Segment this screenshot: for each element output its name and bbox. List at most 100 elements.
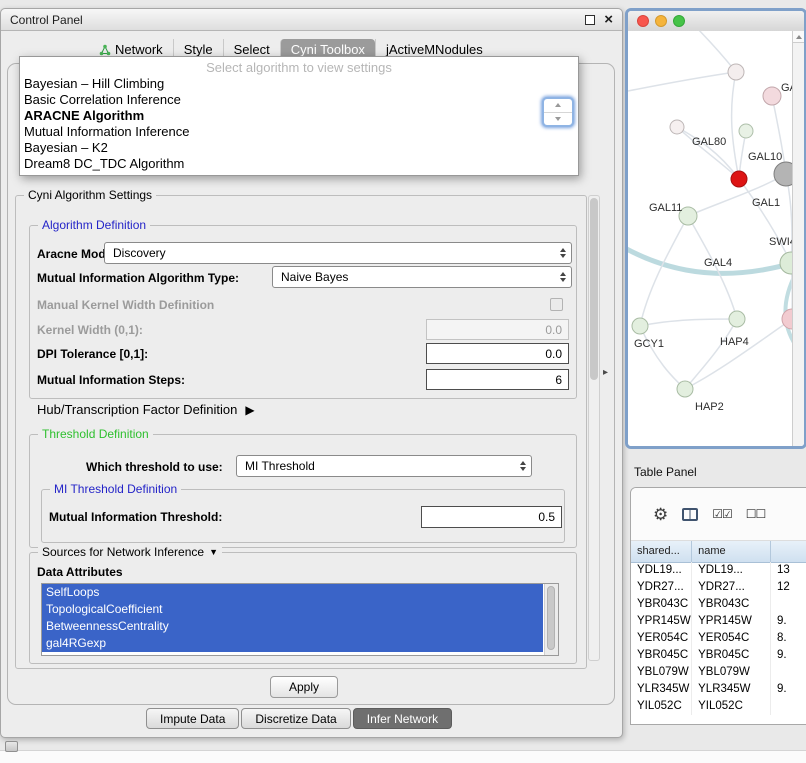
network-window-titlebar[interactable]: [628, 11, 804, 32]
window-title: Control Panel: [10, 13, 83, 27]
settings-scrollbar[interactable]: [588, 195, 600, 661]
bottom-tab-discretize-data[interactable]: Discretize Data: [241, 708, 350, 729]
table-row[interactable]: YER054CYER054C8.: [631, 630, 806, 647]
minimize-traffic-light[interactable]: [655, 15, 667, 27]
attribute-rows: SelfLoopsTopologicalCoefficientBetweenne…: [42, 584, 558, 652]
attribute-list-scrollbar[interactable]: [544, 584, 558, 655]
tab-label: jActiveMNodules: [386, 42, 483, 57]
bottom-tab-infer-network[interactable]: Infer Network: [353, 708, 452, 729]
network-canvas-area: GAL8GAL80GAL10GAL11GAL1SWI4GAL4GCY1HAP4Y…: [628, 31, 804, 446]
algorithm-option[interactable]: ARACNE Algorithm: [20, 108, 578, 124]
node-label: GAL80: [692, 136, 726, 148]
focused-spinner-button[interactable]: [542, 97, 574, 127]
network-node[interactable]: [728, 64, 744, 80]
table-cell: YLR345W: [631, 681, 692, 698]
selected-value: Discovery: [113, 246, 166, 260]
which-threshold-label: Which threshold to use:: [86, 460, 223, 474]
table-row[interactable]: YBL079WYBL079W: [631, 664, 806, 681]
close-traffic-light[interactable]: [637, 15, 649, 27]
node-label: GAL11: [649, 202, 682, 214]
gear-icon[interactable]: ⚙: [653, 506, 668, 523]
which-threshold-select[interactable]: MI Threshold: [236, 455, 532, 477]
table-row[interactable]: YLR345WYLR345W9.: [631, 681, 806, 698]
table-cell: YIL052C: [692, 698, 771, 715]
table-cell: YPR145W: [692, 613, 771, 630]
scrollbar-thumb[interactable]: [547, 586, 555, 650]
spinner-down-icon[interactable]: [544, 113, 572, 126]
node-label: HAP4: [720, 336, 749, 348]
network-edge: [677, 127, 739, 179]
mi-type-label: Mutual Information Algorithm Type:: [37, 271, 239, 285]
scroll-up-arrow-icon[interactable]: [792, 31, 804, 43]
network-node[interactable]: [670, 120, 684, 134]
table-panel-window: ⚙ ☑☑ ☐☐ shared...name YDL19...YDL19...13…: [630, 487, 806, 725]
table-row[interactable]: YBR043CYBR043C: [631, 596, 806, 613]
algorithm-option[interactable]: Mutual Information Inference: [20, 124, 578, 140]
node-label: GCY1: [634, 338, 664, 350]
data-attributes-label: Data Attributes: [37, 565, 123, 579]
kernel-width-field: 0.0: [426, 319, 569, 340]
mi-steps-field[interactable]: 6: [426, 369, 569, 390]
collapsed-arrow-icon: ▶: [245, 403, 254, 417]
attribute-list[interactable]: SelfLoopsTopologicalCoefficientBetweenne…: [41, 583, 559, 656]
node-label: GAL4: [704, 257, 732, 269]
aracne-mode-select[interactable]: Discovery: [104, 242, 572, 264]
network-node[interactable]: [729, 311, 745, 327]
table-row[interactable]: YDL19...YDL19...13: [631, 562, 806, 579]
hub-definition-expander[interactable]: Hub/Transcription Factor Definition ▶: [37, 402, 255, 417]
popup-placeholder: Select algorithm to view settings: [20, 59, 578, 76]
table-row[interactable]: YBR045CYBR045C9.: [631, 647, 806, 664]
attribute-item[interactable]: SelfLoops: [42, 584, 543, 601]
mi-threshold-field[interactable]: 0.5: [421, 506, 562, 528]
table-cell: YBR045C: [631, 647, 692, 664]
columns-icon[interactable]: [682, 508, 698, 521]
table-cell: 8.: [771, 630, 806, 647]
sources-expander[interactable]: Sources for Network Inference ▼: [38, 545, 222, 559]
table-cell: YDR27...: [692, 579, 771, 596]
node-label: GAL1: [752, 197, 780, 209]
close-icon[interactable]: ×: [604, 15, 613, 25]
network-node[interactable]: [763, 87, 781, 105]
dpi-tolerance-field[interactable]: 0.0: [426, 343, 569, 364]
network-view-window: GAL8GAL80GAL10GAL11GAL1SWI4GAL4GCY1HAP4Y…: [625, 8, 806, 449]
zoom-traffic-light[interactable]: [673, 15, 685, 27]
attribute-item[interactable]: BetweennessCentrality: [42, 618, 543, 635]
table-cell: YIL052C: [631, 698, 692, 715]
float-window-icon[interactable]: [585, 15, 595, 25]
attribute-item[interactable]: TopologicalCoefficient: [42, 601, 543, 618]
network-node[interactable]: [731, 171, 747, 187]
network-vertical-scrollbar[interactable]: [792, 31, 804, 446]
deselect-all-checkboxes-icon[interactable]: ☐☐: [746, 507, 766, 521]
network-canvas[interactable]: GAL8GAL80GAL10GAL11GAL1SWI4GAL4GCY1HAP4Y…: [628, 31, 804, 446]
network-node[interactable]: [677, 381, 693, 397]
mini-panel-icon[interactable]: [5, 741, 18, 752]
table-panel-title: Table Panel: [634, 465, 697, 479]
network-node[interactable]: [739, 124, 753, 138]
network-node[interactable]: [632, 318, 648, 334]
algorithm-option[interactable]: Basic Correlation Inference: [20, 92, 578, 108]
scrollbar-thumb[interactable]: [590, 198, 598, 380]
table-cell: YPR145W: [631, 613, 692, 630]
bottom-tab-impute-data[interactable]: Impute Data: [146, 708, 239, 729]
column-header-2[interactable]: [771, 541, 806, 562]
column-header-shared-[interactable]: shared...: [631, 541, 692, 562]
table-row[interactable]: YPR145WYPR145W9.: [631, 613, 806, 630]
table-row[interactable]: YIL052CYIL052C: [631, 698, 806, 715]
algorithm-option[interactable]: Bayesian – K2: [20, 140, 578, 156]
select-all-checkboxes-icon[interactable]: ☑☑: [712, 507, 732, 521]
table-cell: YBR043C: [692, 596, 771, 613]
algorithm-option[interactable]: Dream8 DC_TDC Algorithm: [20, 156, 578, 172]
split-pane-arrow-icon[interactable]: ▸: [603, 367, 608, 378]
attribute-item[interactable]: gal4RGexp: [42, 635, 543, 652]
column-header-name[interactable]: name: [692, 541, 771, 562]
table-cell: YBL079W: [631, 664, 692, 681]
network-edge: [690, 31, 736, 72]
table-cell: 9.: [771, 647, 806, 664]
spinner-up-icon[interactable]: [544, 99, 572, 113]
mi-type-select[interactable]: Naive Bayes: [272, 266, 572, 288]
algorithm-option[interactable]: Bayesian – Hill Climbing: [20, 76, 578, 92]
apply-button[interactable]: Apply: [270, 676, 338, 698]
table-row[interactable]: YDR27...YDR27...12: [631, 579, 806, 596]
network-edge: [628, 72, 736, 93]
control-panel-titlebar[interactable]: Control Panel ×: [1, 9, 622, 31]
